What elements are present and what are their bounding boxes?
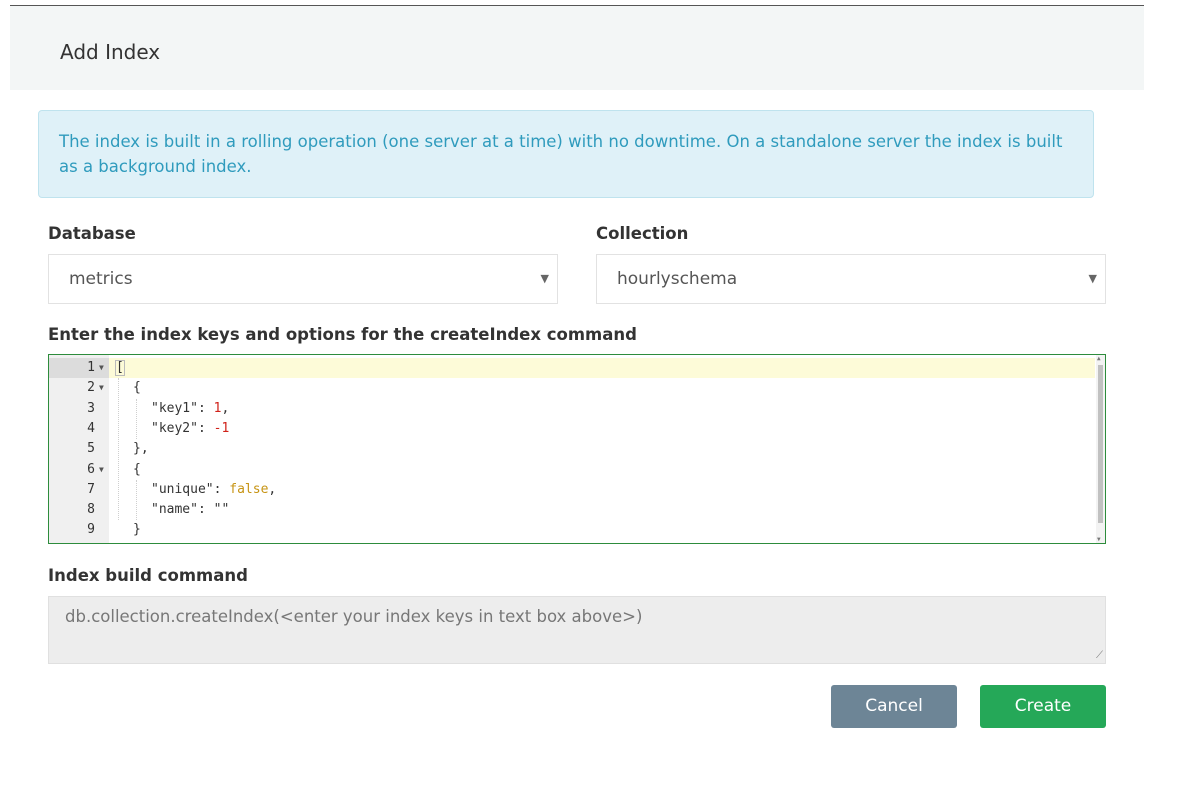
code-token: : [197,420,214,436]
code-token: "key1" [151,400,198,416]
code-text: "key1": 1, [151,399,229,419]
code-token: }, [133,441,149,457]
code-text: [ [115,358,125,378]
collection-selected-value: hourlyschema [617,269,738,289]
editor-line[interactable]: 5}, [49,439,1095,459]
fold-arrow-icon[interactable]: ▼ [99,358,104,378]
code-token: } [133,522,141,538]
line-number: 4 [87,420,95,436]
database-select[interactable]: metrics ▼ [48,254,558,304]
scroll-up-icon[interactable]: ▲ [1097,355,1101,362]
code-text: }, [133,439,149,459]
modal-header: Add Index [10,6,1144,90]
modal-title: Add Index [60,40,161,64]
code-text: { [133,378,141,398]
database-label: Database [48,224,136,243]
code-text: { [133,460,141,480]
editor-line[interactable]: 6 ▼{ [49,460,1095,480]
indent-guide [136,479,137,521]
fold-arrow-icon[interactable]: ▼ [99,460,104,480]
code-token: "" [213,502,230,518]
command-text: db.collection.createIndex(<enter your in… [65,607,643,626]
fold-arrow-icon[interactable]: ▼ [99,378,104,398]
scrollbar-thumb[interactable] [1098,365,1103,523]
index-build-command-textarea[interactable]: db.collection.createIndex(<enter your in… [48,596,1106,664]
caret-down-icon: ▼ [1088,272,1097,285]
code-token: { [133,380,141,396]
code-token: "key2" [151,420,198,436]
code-text: "key2": -1 [151,419,229,439]
command-label: Index build command [48,566,248,585]
editor-line[interactable]: 7 "unique": false, [49,480,1095,500]
code-token: [ [115,360,125,376]
editor-line[interactable]: 4 "key2": -1 [49,419,1095,439]
editor-line[interactable]: 1 ▼[ [49,358,1095,379]
code-text: } [133,520,141,540]
indent-guide [118,378,119,521]
line-number: 8 [87,502,95,518]
code-token: : [213,481,230,497]
indent-guide [136,398,137,440]
resize-grip-icon[interactable]: ⟋ [1096,650,1103,661]
collection-label: Collection [596,224,689,243]
editor-line[interactable]: 8 "name": "" [49,500,1095,520]
code-token: false [229,481,269,497]
code-token: : [197,400,214,416]
code-token: : [197,502,214,518]
scroll-down-icon[interactable]: ▼ [1097,536,1101,543]
code-text: "unique": false, [151,480,276,500]
line-number: 5 [87,441,95,457]
code-token: , [268,481,277,497]
line-number: 7 [87,481,95,497]
editor-scrollbar[interactable]: ▲ ▼ [1096,355,1105,543]
caret-down-icon: ▼ [540,272,549,285]
database-selected-value: metrics [69,269,133,289]
editor-line[interactable]: 9} [49,520,1095,540]
info-alert: The index is built in a rolling operatio… [38,110,1094,198]
editor-label: Enter the index keys and options for the… [48,325,637,344]
line-number: 9 [87,522,95,538]
editor-line[interactable]: 2 ▼{ [49,378,1095,398]
code-token: , [221,400,230,416]
create-button[interactable]: Create [980,685,1106,728]
code-token: -1 [213,420,230,436]
line-number: 3 [87,400,95,416]
index-json-editor[interactable]: 1 ▼[2 ▼{3 "key1": 1, 4 "key2": -1 5}, 6 ▼{7 "uniq… [48,354,1106,544]
editor-line[interactable]: 3 "key1": 1, [49,399,1095,419]
code-token: { [133,461,141,477]
cancel-button[interactable]: Cancel [831,685,957,728]
collection-select[interactable]: hourlyschema ▼ [596,254,1106,304]
code-token: "unique" [151,481,214,497]
code-text: "name": "" [151,500,229,520]
code-token: "name" [151,502,198,518]
